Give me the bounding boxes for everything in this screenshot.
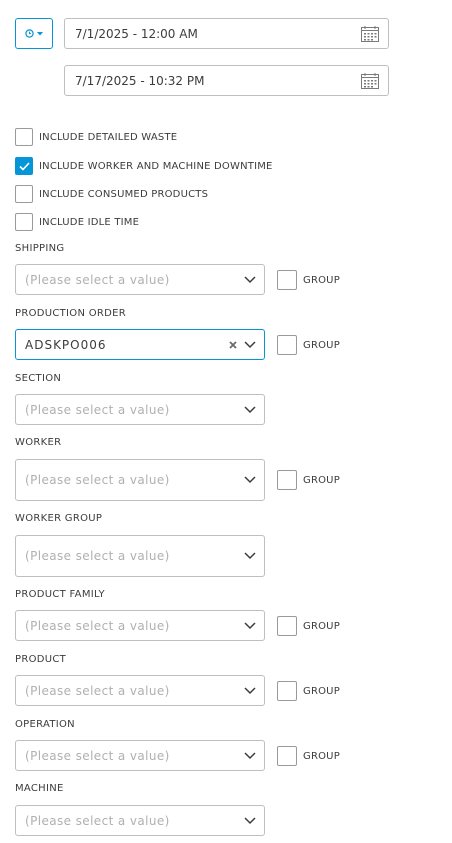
- worker-group-label: WORKER GROUP: [15, 513, 103, 524]
- shipping-select[interactable]: (Please select a value): [15, 264, 265, 295]
- checkbox[interactable]: [15, 213, 33, 231]
- product-select[interactable]: (Please select a value): [15, 675, 265, 706]
- placeholder: (Please select a value): [25, 549, 170, 563]
- start-date-field[interactable]: 7/1/2025 - 12:00 AM: [64, 18, 389, 49]
- calendar-icon[interactable]: [361, 26, 379, 42]
- option-detailed-waste[interactable]: INCLUDE DETAILED WASTE: [15, 128, 177, 146]
- operation-select[interactable]: (Please select a value): [15, 740, 265, 771]
- machine-label: MACHINE: [15, 783, 64, 794]
- chevron-down-icon: [244, 476, 256, 484]
- chevron-down-icon: [244, 275, 256, 283]
- chevron-down-icon: [244, 621, 256, 629]
- end-date-field[interactable]: 7/17/2025 - 10:32 PM: [64, 65, 389, 96]
- checkbox[interactable]: [277, 335, 297, 355]
- placeholder: (Please select a value): [25, 748, 170, 763]
- checkbox[interactable]: [277, 470, 297, 490]
- option-label: INCLUDE WORKER AND MACHINE DOWNTIME: [39, 160, 273, 172]
- checkbox[interactable]: [277, 270, 297, 290]
- operation-group-toggle[interactable]: GROUP: [277, 746, 340, 766]
- shipping-group-toggle[interactable]: GROUP: [277, 270, 340, 290]
- section-select[interactable]: (Please select a value): [15, 394, 265, 425]
- clear-icon[interactable]: [229, 340, 237, 349]
- operation-label: OPERATION: [15, 719, 75, 730]
- checkmark-icon: [18, 161, 30, 171]
- checkbox[interactable]: [15, 185, 33, 203]
- end-date-value: 7/17/2025 - 10:32 PM: [75, 73, 205, 88]
- option-label: INCLUDE DETAILED WASTE: [39, 131, 178, 143]
- chevron-down-icon: [244, 751, 256, 759]
- placeholder: (Please select a value): [25, 402, 170, 417]
- caret-down-icon: [37, 31, 43, 35]
- checkbox[interactable]: [277, 746, 297, 766]
- clock-icon: [25, 29, 34, 38]
- group-label: GROUP: [303, 750, 340, 762]
- shipping-label: SHIPPING: [15, 243, 65, 254]
- placeholder: (Please select a value): [25, 272, 170, 287]
- chevron-down-icon: [244, 552, 256, 560]
- start-date-value: 7/1/2025 - 12:00 AM: [75, 26, 198, 41]
- group-label: GROUP: [303, 685, 340, 697]
- worker-group-select[interactable]: (Please select a value): [15, 535, 265, 577]
- production-order-label: PRODUCTION ORDER: [15, 308, 127, 319]
- worker-select[interactable]: (Please select a value): [15, 459, 265, 501]
- calendar-icon[interactable]: [361, 73, 379, 89]
- time-mode-button[interactable]: [15, 18, 53, 49]
- option-idle-time[interactable]: INCLUDE IDLE TIME: [15, 213, 139, 231]
- chevron-down-icon: [244, 686, 256, 694]
- product-family-label: PRODUCT FAMILY: [15, 589, 105, 600]
- placeholder: (Please select a value): [25, 683, 170, 698]
- placeholder: (Please select a value): [25, 473, 170, 487]
- worker-label: WORKER: [15, 437, 62, 448]
- option-label: INCLUDE IDLE TIME: [39, 216, 140, 228]
- section-label: SECTION: [15, 373, 62, 384]
- selected-value: ADSKPO006: [25, 337, 107, 352]
- group-label: GROUP: [303, 339, 340, 351]
- checkbox[interactable]: [277, 681, 297, 701]
- placeholder: (Please select a value): [25, 618, 170, 633]
- product-family-select[interactable]: (Please select a value): [15, 610, 265, 641]
- worker-group-toggle[interactable]: GROUP: [277, 470, 340, 490]
- group-label: GROUP: [303, 274, 340, 286]
- group-label: GROUP: [303, 474, 340, 486]
- product-label: PRODUCT: [15, 654, 67, 665]
- production-order-select[interactable]: ADSKPO006: [15, 329, 265, 360]
- product-family-group-toggle[interactable]: GROUP: [277, 616, 340, 636]
- product-group-toggle[interactable]: GROUP: [277, 681, 340, 701]
- group-label: GROUP: [303, 620, 340, 632]
- option-label: INCLUDE CONSUMED PRODUCTS: [39, 188, 209, 200]
- option-consumed-products[interactable]: INCLUDE CONSUMED PRODUCTS: [15, 185, 208, 203]
- chevron-down-icon: [244, 816, 256, 824]
- option-downtime[interactable]: INCLUDE WORKER AND MACHINE DOWNTIME: [15, 157, 273, 175]
- checkbox-checked[interactable]: [15, 157, 33, 175]
- checkbox[interactable]: [15, 128, 33, 146]
- chevron-down-icon: [244, 340, 256, 348]
- checkbox[interactable]: [277, 616, 297, 636]
- chevron-down-icon: [244, 405, 256, 413]
- placeholder: (Please select a value): [25, 813, 170, 828]
- production-order-group-toggle[interactable]: GROUP: [277, 335, 340, 355]
- machine-select[interactable]: (Please select a value): [15, 805, 265, 836]
